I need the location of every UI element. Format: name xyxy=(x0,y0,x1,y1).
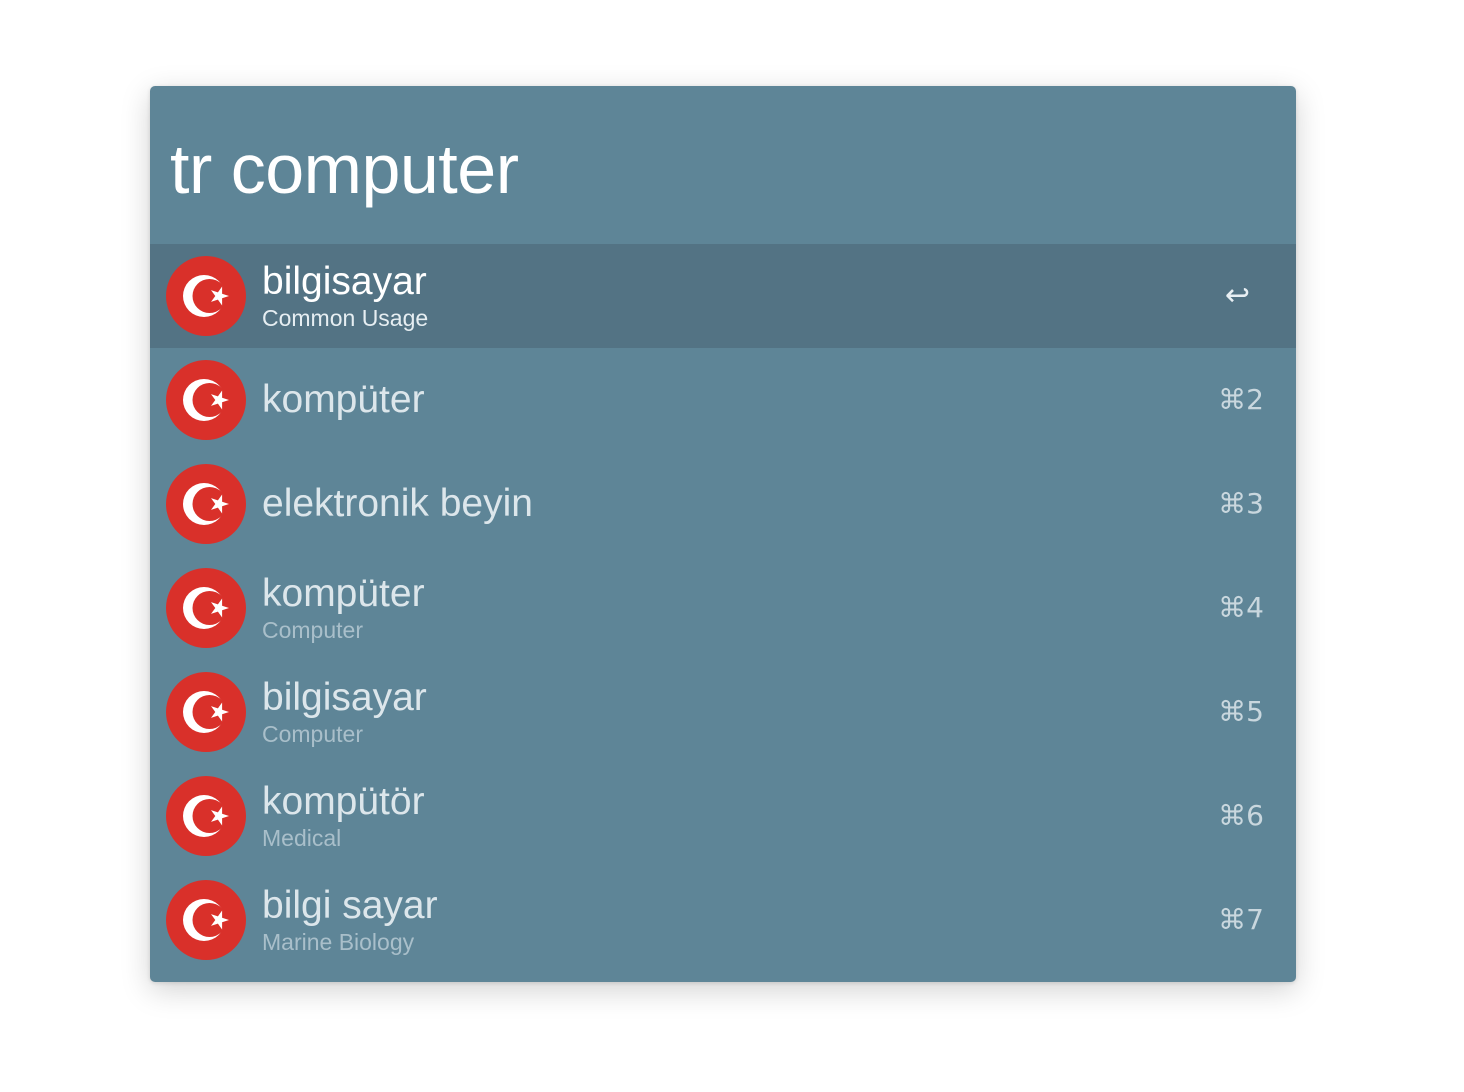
launcher-window: bilgisayar Common Usage ↩ kompüter ⌘2 xyxy=(150,86,1296,982)
turkey-flag-icon xyxy=(166,776,246,856)
result-title: bilgisayar xyxy=(262,260,427,303)
result-title: bilgisayar xyxy=(262,676,427,719)
result-title: kompütör xyxy=(262,780,425,823)
turkey-flag-icon xyxy=(166,880,246,960)
result-subtitle: Computer xyxy=(262,617,363,643)
result-shortcut: ⌘5 xyxy=(1218,695,1264,728)
turkey-flag-icon xyxy=(166,568,246,648)
result-item[interactable]: bilgisayar Common Usage ↩ xyxy=(150,244,1296,348)
result-item[interactable]: kompütör Medical ⌘6 xyxy=(150,764,1296,868)
turkey-flag-icon xyxy=(166,464,246,544)
result-subtitle: Medical xyxy=(262,825,342,851)
result-shortcut: ⌘4 xyxy=(1218,591,1264,624)
result-title: kompüter xyxy=(262,378,425,421)
result-shortcut: ⌘6 xyxy=(1218,799,1264,832)
result-item[interactable]: kompüter ⌘2 xyxy=(150,348,1296,452)
result-title: elektronik beyin xyxy=(262,482,533,525)
result-subtitle: Marine Biology xyxy=(262,929,415,955)
result-item[interactable]: bilgisayar Computer ⌘5 xyxy=(150,660,1296,764)
result-shortcut: ⌘2 xyxy=(1218,383,1264,416)
turkey-flag-icon xyxy=(166,360,246,440)
turkey-flag-icon xyxy=(166,256,246,336)
turkey-flag-icon xyxy=(166,672,246,752)
result-item[interactable]: kompüter Computer ⌘4 xyxy=(150,556,1296,660)
results-list: bilgisayar Common Usage ↩ kompüter ⌘2 el… xyxy=(150,244,1296,972)
result-title: bilgi sayar xyxy=(262,884,438,927)
search-input[interactable] xyxy=(170,124,1270,214)
result-item[interactable]: bilgi sayar Marine Biology ⌘7 xyxy=(150,868,1296,972)
result-shortcut: ⌘7 xyxy=(1218,903,1264,936)
return-key-icon: ↩ xyxy=(1224,278,1250,313)
result-subtitle: Computer xyxy=(262,721,363,747)
result-subtitle: Common Usage xyxy=(262,305,429,331)
result-title: kompüter xyxy=(262,572,425,615)
result-item[interactable]: elektronik beyin ⌘3 xyxy=(150,452,1296,556)
result-shortcut: ⌘3 xyxy=(1218,487,1264,520)
